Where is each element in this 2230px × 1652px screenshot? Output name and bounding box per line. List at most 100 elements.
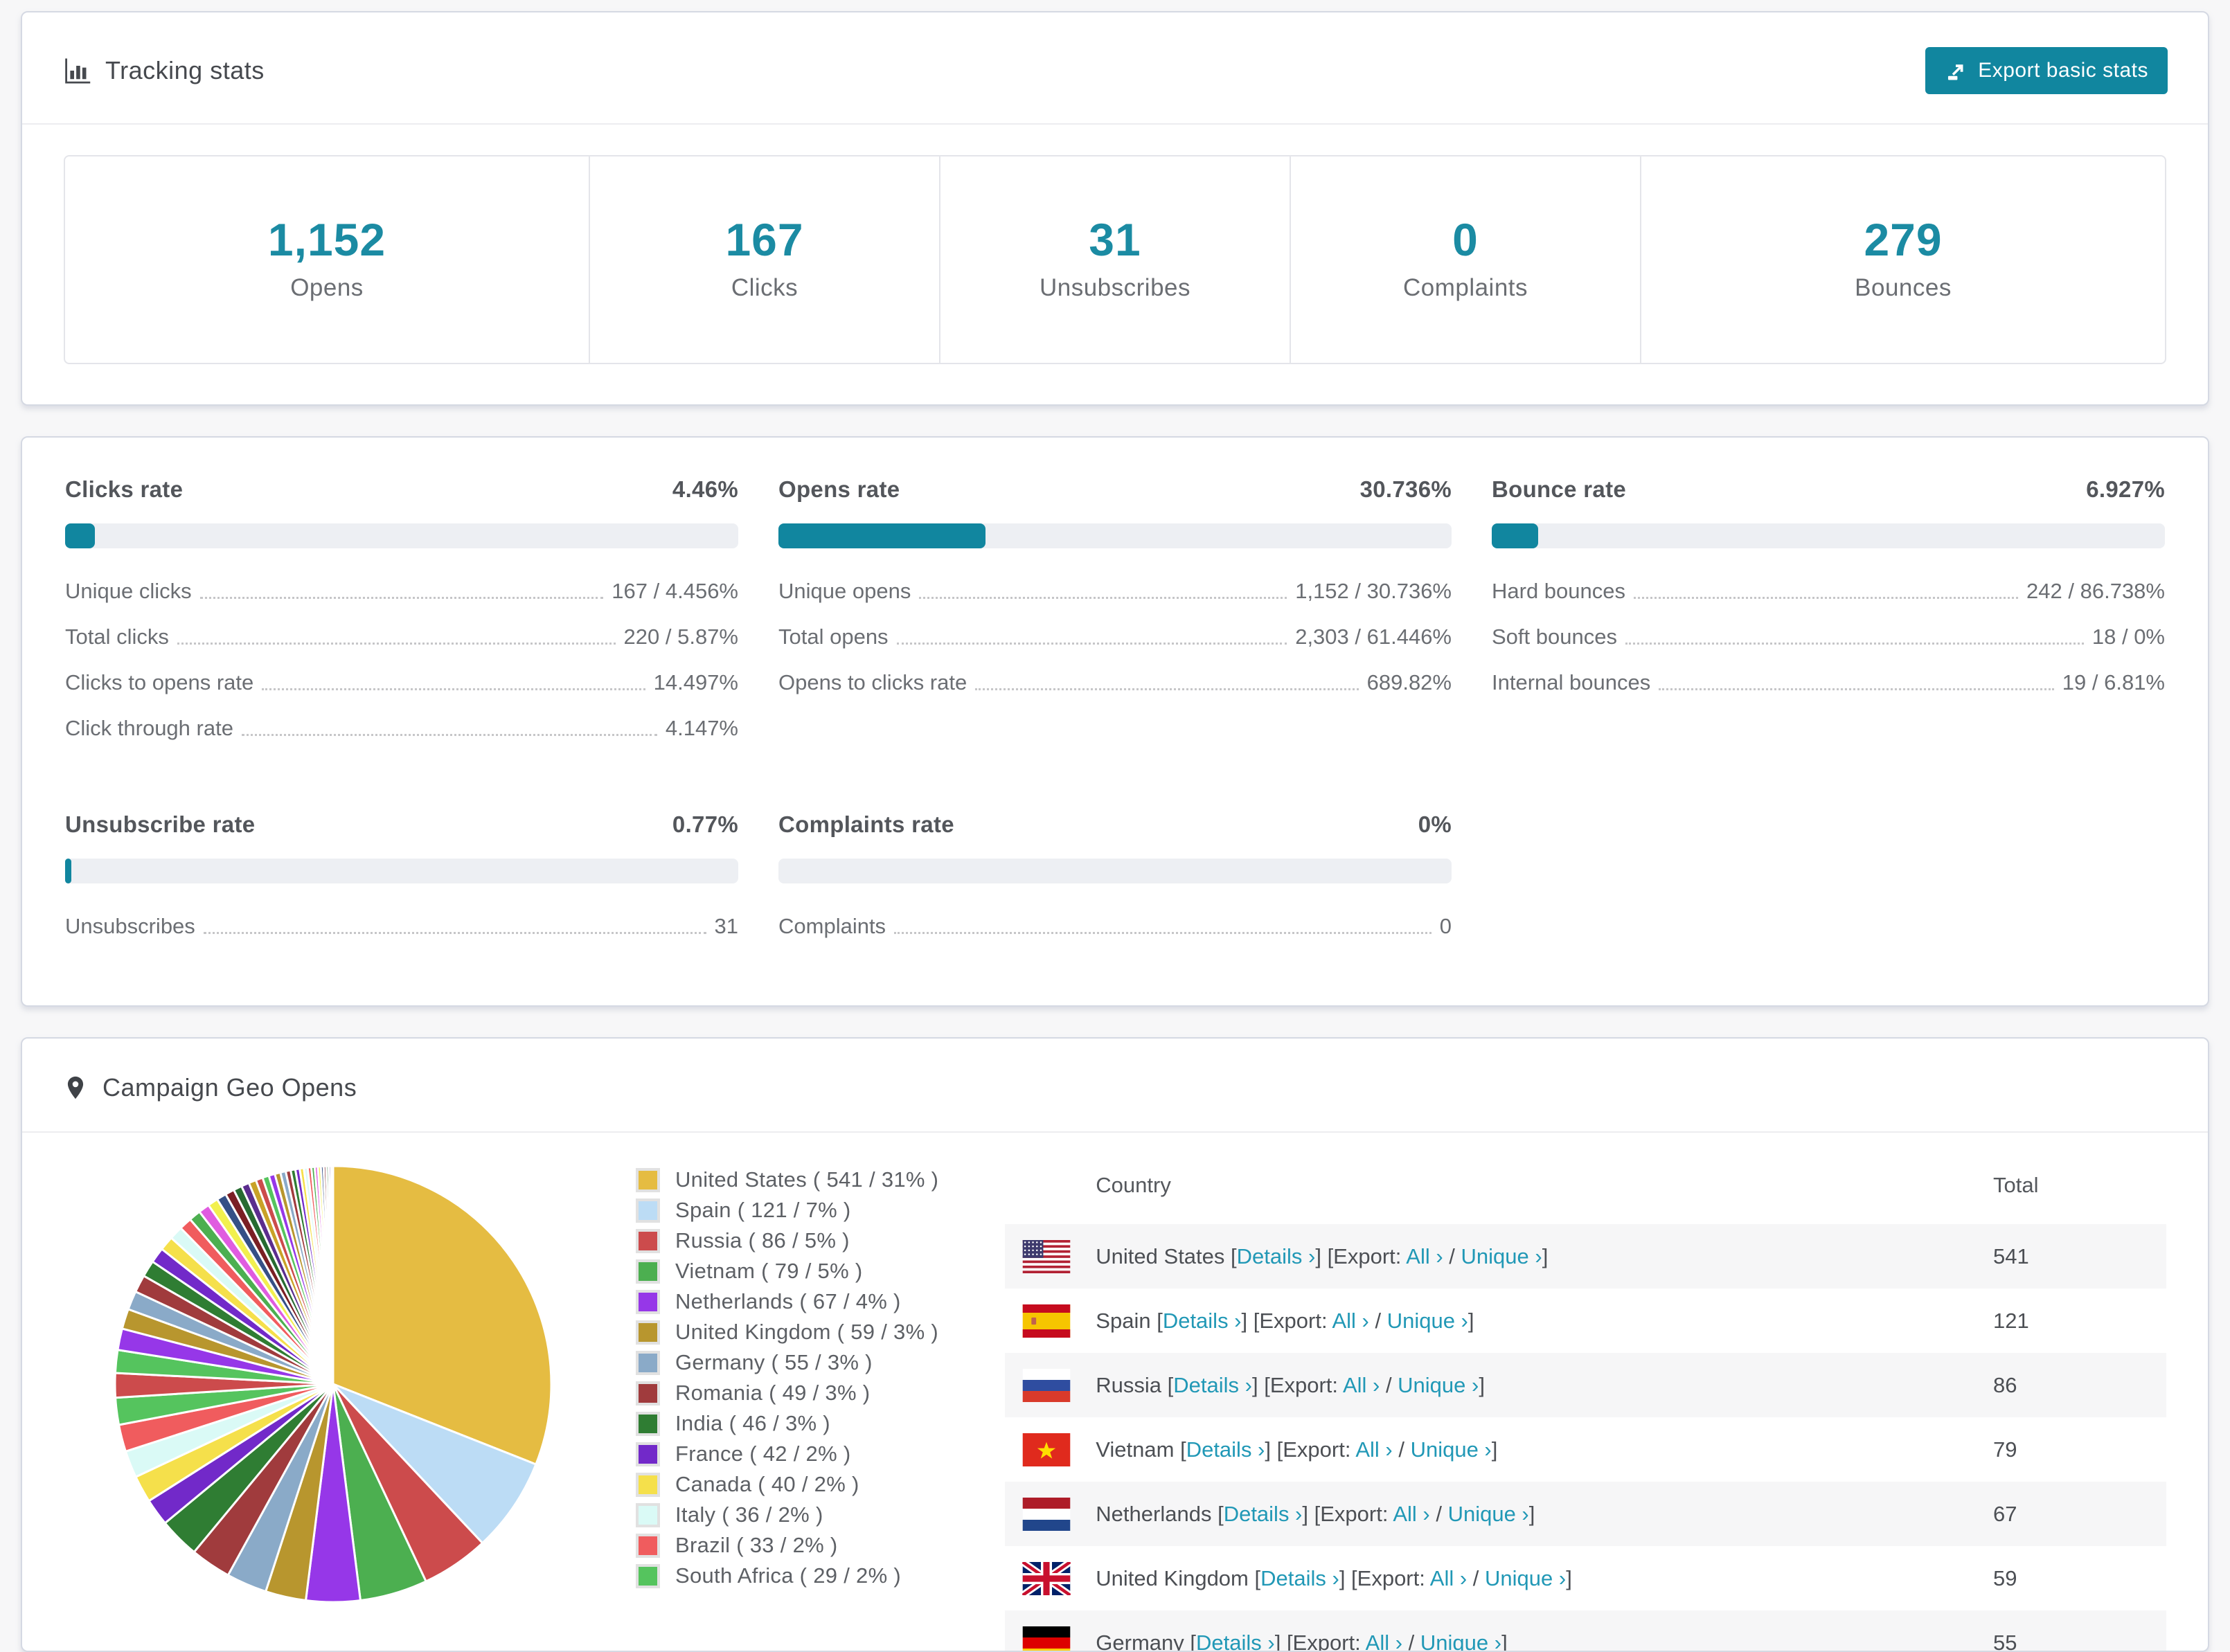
clicks-rate-title: Clicks rate: [65, 476, 183, 503]
export-all-link[interactable]: All ›: [1332, 1309, 1368, 1333]
export-unique-link[interactable]: Unique ›: [1461, 1244, 1542, 1268]
export-unique-link[interactable]: Unique ›: [1485, 1566, 1566, 1590]
legend-item: Netherlands ( 67 / 4% ): [636, 1286, 938, 1317]
export-all-link[interactable]: All ›: [1406, 1244, 1443, 1268]
geo-total-value: 67: [1993, 1502, 2166, 1527]
legend-item: Canada ( 40 / 2% ): [636, 1469, 938, 1500]
details-link[interactable]: Details ›: [1237, 1244, 1316, 1268]
geo-table-row: Spain [Details ›] [Export: All › / Uniqu…: [1005, 1289, 2166, 1353]
legend-swatch: [636, 1351, 660, 1375]
unsubscribe-rate-progressbar: [65, 859, 738, 883]
complaints-rate-progressbar: [778, 859, 1452, 883]
rate-row: Unique clicks167 / 4.456%: [65, 579, 738, 604]
clicks-rate-value: 4.46%: [672, 476, 738, 503]
geo-table-row: Vietnam [Details ›] [Export: All › / Uni…: [1005, 1417, 2166, 1482]
export-all-link[interactable]: All ›: [1430, 1566, 1467, 1590]
export-unique-link[interactable]: Unique ›: [1420, 1631, 1501, 1652]
legend-swatch: [636, 1198, 660, 1223]
legend-label: South Africa ( 29 / 2% ): [675, 1563, 901, 1588]
export-unique-link[interactable]: Unique ›: [1387, 1309, 1468, 1333]
details-link[interactable]: Details ›: [1260, 1566, 1339, 1590]
legend-label: Germany ( 55 / 3% ): [675, 1350, 873, 1375]
legend-item: Spain ( 121 / 7% ): [636, 1195, 938, 1225]
country-column-header: Country: [1005, 1173, 1993, 1198]
legend-swatch: [636, 1534, 660, 1558]
geo-table-row: Netherlands [Details ›] [Export: All › /…: [1005, 1482, 2166, 1546]
geo-table-row: United Kingdom [Details ›] [Export: All …: [1005, 1546, 2166, 1610]
opens-rate-progressbar: [778, 523, 1452, 548]
complaints-rate-section: Complaints rate 0% Complaints0: [778, 811, 1452, 960]
legend-label: Romania ( 49 / 3% ): [675, 1381, 870, 1406]
geo-total-value: 55: [1993, 1631, 2166, 1652]
country-cell: Spain [Details ›] [Export: All › / Uniqu…: [1096, 1309, 1993, 1334]
unsubscribe-rate-title: Unsubscribe rate: [65, 811, 255, 838]
geo-total-value: 79: [1993, 1437, 2166, 1462]
stat-clicks: 167 Clicks: [590, 156, 940, 363]
flag-icon-vn: [1022, 1433, 1071, 1466]
unsubscribe-rate-section: Unsubscribe rate 0.77% Unsubscribes31: [65, 811, 738, 960]
legend-swatch: [636, 1503, 660, 1527]
legend-label: Canada ( 40 / 2% ): [675, 1472, 859, 1497]
rate-row: Clicks to opens rate14.497%: [65, 670, 738, 695]
export-unique-link[interactable]: Unique ›: [1448, 1502, 1529, 1526]
flag-icon-ru: [1022, 1369, 1071, 1402]
legend-item: Italy ( 36 / 2% ): [636, 1500, 938, 1530]
rate-row: Unsubscribes31: [65, 914, 738, 939]
legend-item: Romania ( 49 / 3% ): [636, 1378, 938, 1408]
opens-rate-section: Opens rate 30.736% Unique opens1,152 / 3…: [778, 476, 1452, 762]
export-icon: [1945, 59, 1968, 82]
country-cell: United Kingdom [Details ›] [Export: All …: [1096, 1566, 1993, 1591]
legend-item: United States ( 541 / 31% ): [636, 1165, 938, 1195]
geo-table-row: Germany [Details ›] [Export: All › / Uni…: [1005, 1610, 2166, 1652]
flag-icon-de: [1022, 1626, 1071, 1652]
export-basic-stats-button[interactable]: Export basic stats: [1925, 47, 2168, 94]
export-all-link[interactable]: All ›: [1393, 1502, 1429, 1526]
rate-row: Soft bounces18 / 0%: [1492, 625, 2165, 649]
legend-swatch: [636, 1168, 660, 1192]
legend-swatch: [636, 1290, 660, 1314]
details-link[interactable]: Details ›: [1186, 1437, 1265, 1462]
country-cell: Russia [Details ›] [Export: All › / Uniq…: [1096, 1373, 1993, 1398]
export-unique-link[interactable]: Unique ›: [1398, 1373, 1479, 1397]
bounce-rate-progressbar: [1492, 523, 2165, 548]
summary-stats-box: 1,152 Opens 167 Clicks 31 Unsubscribes 0…: [64, 155, 2166, 364]
geo-total-value: 86: [1993, 1373, 2166, 1398]
details-link[interactable]: Details ›: [1173, 1373, 1252, 1397]
details-link[interactable]: Details ›: [1196, 1631, 1275, 1652]
geo-total-value: 59: [1993, 1566, 2166, 1591]
legend-swatch: [636, 1229, 660, 1253]
rate-row: Complaints0: [778, 914, 1452, 939]
legend-label: Italy ( 36 / 2% ): [675, 1502, 823, 1527]
legend-label: Netherlands ( 67 / 4% ): [675, 1289, 901, 1314]
stat-bounces: 279 Bounces: [1641, 156, 2165, 363]
rate-row: Opens to clicks rate689.82%: [778, 670, 1452, 695]
details-link[interactable]: Details ›: [1224, 1502, 1303, 1526]
country-cell: Vietnam [Details ›] [Export: All › / Uni…: [1096, 1437, 1993, 1462]
rate-row: Unique opens1,152 / 30.736%: [778, 579, 1452, 604]
geo-table-row: Russia [Details ›] [Export: All › / Uniq…: [1005, 1353, 2166, 1417]
details-link[interactable]: Details ›: [1163, 1309, 1242, 1333]
export-all-link[interactable]: All ›: [1343, 1373, 1380, 1397]
rate-row: Click through rate4.147%: [65, 716, 738, 741]
bar-chart-icon: [62, 56, 91, 85]
legend-swatch: [636, 1442, 660, 1466]
geo-legend: United States ( 541 / 31% )Spain ( 121 /…: [636, 1165, 938, 1652]
export-all-link[interactable]: All ›: [1355, 1437, 1392, 1462]
tracking-stats-card: Tracking stats Export basic stats 1,152 …: [21, 11, 2209, 406]
country-cell: Germany [Details ›] [Export: All › / Uni…: [1096, 1631, 1993, 1652]
legend-item: United Kingdom ( 59 / 3% ): [636, 1317, 938, 1347]
flag-icon-gb: [1022, 1562, 1071, 1595]
complaints-rate-title: Complaints rate: [778, 811, 954, 838]
export-button-label: Export basic stats: [1978, 59, 2148, 82]
geo-pie-chart: [108, 1159, 558, 1652]
export-unique-link[interactable]: Unique ›: [1411, 1437, 1492, 1462]
geo-table: Country Total United States [Details ›] …: [1005, 1156, 2166, 1652]
stat-unsubscribes: 31 Unsubscribes: [940, 156, 1291, 363]
legend-item: India ( 46 / 3% ): [636, 1408, 938, 1439]
geo-header: Campaign Geo Opens: [22, 1039, 2208, 1133]
legend-label: Russia ( 86 / 5% ): [675, 1228, 850, 1253]
export-all-link[interactable]: All ›: [1366, 1631, 1402, 1652]
rate-row: Hard bounces242 / 86.738%: [1492, 579, 2165, 604]
legend-label: France ( 42 / 2% ): [675, 1442, 851, 1466]
opens-rate-value: 30.736%: [1360, 476, 1452, 503]
